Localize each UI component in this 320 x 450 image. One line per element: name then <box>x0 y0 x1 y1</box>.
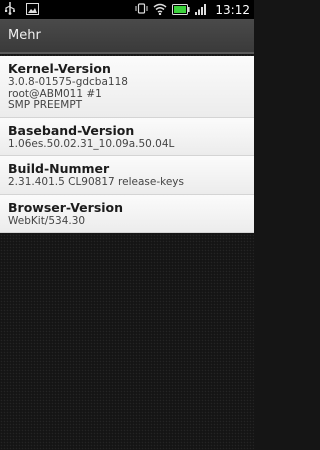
battery-icon <box>172 0 191 19</box>
page-title: Mehr <box>8 28 41 43</box>
vibrate-icon <box>135 0 148 19</box>
list-item-browser-version[interactable]: Browser-Version WebKit/534.30 <box>0 194 254 233</box>
wifi-icon <box>153 0 167 19</box>
item-value: 1.06es.50.02.31_10.09a.50.04L <box>8 137 247 151</box>
item-value: WebKit/534.30 <box>8 214 247 228</box>
settings-list: Kernel-Version 3.0.8-01575-gdcba118 root… <box>0 56 254 233</box>
list-item-kernel-version[interactable]: Kernel-Version 3.0.8-01575-gdcba118 root… <box>0 56 254 118</box>
list-item-baseband-version[interactable]: Baseband-Version 1.06es.50.02.31_10.09a.… <box>0 117 254 156</box>
status-bar: 13:12 <box>0 0 254 19</box>
item-label: Build-Nummer <box>8 161 110 176</box>
usb-icon <box>4 0 16 19</box>
title-bar: Mehr <box>0 19 254 54</box>
signal-icon <box>195 0 207 19</box>
item-value-line: 3.0.8-01575-gdcba118 <box>8 76 128 88</box>
item-value-line: SMP PREEMPT <box>8 99 83 111</box>
item-value: 3.0.8-01575-gdcba118 root@ABM011 #1 SMP … <box>8 76 247 112</box>
image-icon <box>26 0 39 19</box>
item-label: Baseband-Version <box>8 122 135 138</box>
item-label: Kernel-Version <box>8 61 111 76</box>
item-value-line: WebKit/534.30 <box>8 214 86 227</box>
item-label: Browser-Version <box>8 199 124 215</box>
list-item-build-number[interactable]: Build-Nummer 2.31.401.5 CL90817 release-… <box>0 156 254 195</box>
clock: 13:12 <box>215 2 250 17</box>
item-value-line: 2.31.401.5 CL90817 release-keys <box>8 176 184 188</box>
item-value: 2.31.401.5 CL90817 release-keys <box>8 176 247 189</box>
item-value-line: 1.06es.50.02.31_10.09a.50.04L <box>8 137 175 150</box>
